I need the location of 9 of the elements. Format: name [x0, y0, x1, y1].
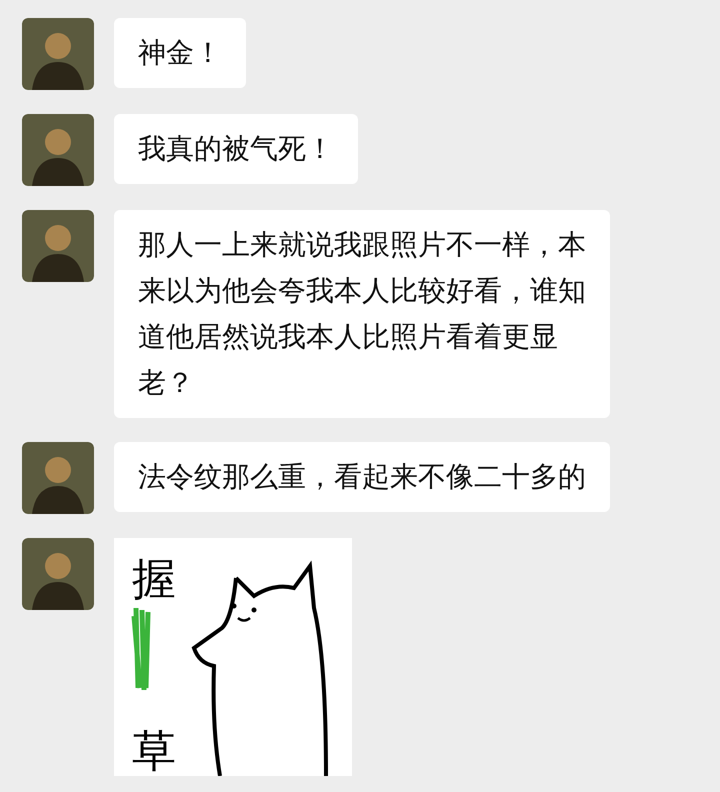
avatar[interactable]	[22, 538, 94, 610]
avatar[interactable]	[22, 18, 94, 90]
avatar[interactable]	[22, 114, 94, 186]
message-bubble[interactable]: 神金！	[114, 18, 246, 88]
message-bubble[interactable]: 那人一上来就说我跟照片不一样，本来以为他会夸我本人比较好看，谁知道他居然说我本人比照片看着更显老？	[114, 210, 610, 418]
avatar[interactable]	[22, 442, 94, 514]
message-bubble[interactable]: 我真的被气死！	[114, 114, 358, 184]
message-bubble[interactable]: 法令纹那么重，看起来不像二十多的	[114, 442, 610, 512]
avatar[interactable]	[22, 210, 94, 282]
